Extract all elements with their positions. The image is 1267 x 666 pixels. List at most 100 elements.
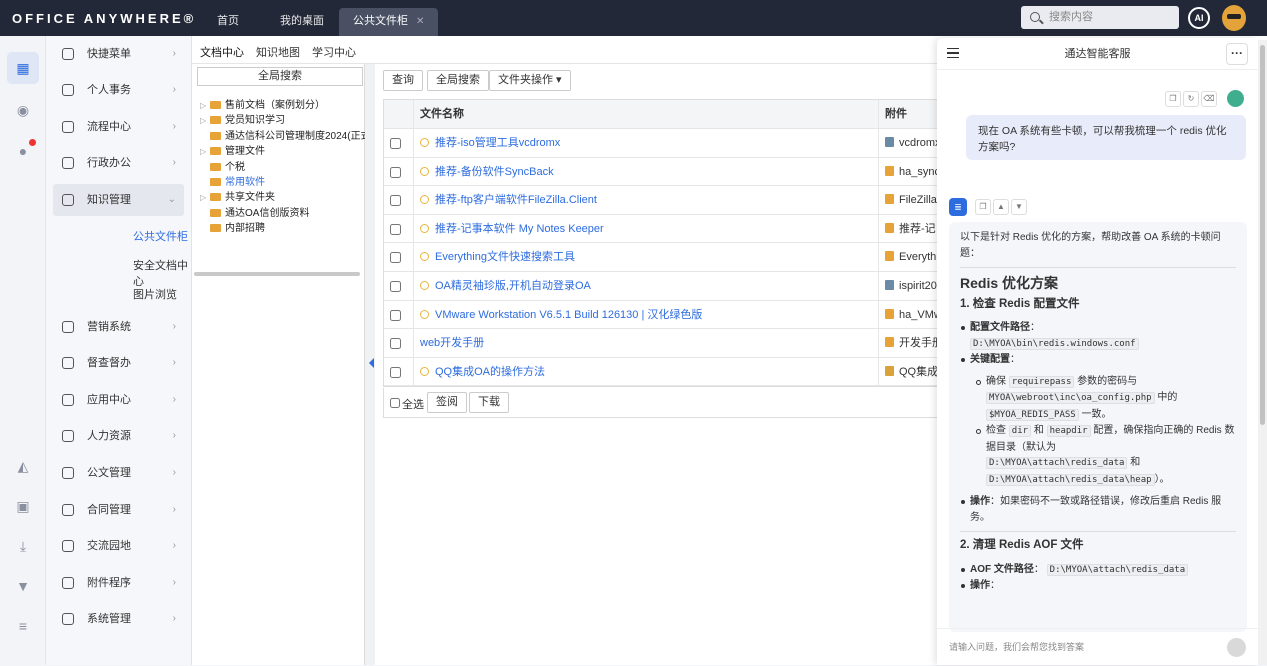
copy-icon[interactable]: ❐ [975,199,991,215]
collapse-arrow-icon[interactable] [369,358,374,368]
close-icon[interactable]: ✕ [416,16,424,27]
column-header-attachment[interactable]: 附件 [879,100,944,128]
tab-my-desktop[interactable]: 我的桌面 [266,8,338,36]
file-link[interactable]: OA精灵袖珍版,开机自动登录OA [435,280,591,292]
calendar-icon[interactable]: ▣ [12,495,34,517]
row-checkbox[interactable] [390,252,401,264]
table-row[interactable]: OA精灵袖珍版,开机自动登录OA ispirit20 [384,271,943,301]
expand-arrow-icon[interactable]: ▷ [200,191,210,205]
thumbs-up-icon[interactable]: ▲ [993,199,1009,215]
row-checkbox[interactable] [390,366,401,378]
menu-item-knowledge[interactable]: 知识管理 ⌄ [53,184,184,216]
menu-item-personal[interactable]: 个人事务 › [53,74,184,106]
contacts-icon[interactable]: ◉ [12,99,34,121]
menu-item-documents[interactable]: 公文管理 › [53,457,184,489]
tab-learning-center[interactable]: 学习中心 [312,44,356,60]
row-checkbox[interactable] [390,280,401,292]
global-search-button[interactable]: 全局搜索 [427,70,489,91]
menu-item-supervision[interactable]: 督查督办 › [53,347,184,379]
column-header-name[interactable]: 文件名称 [414,100,879,128]
file-link[interactable]: 推荐-iso管理工具vcdromx [435,137,560,149]
row-checkbox[interactable] [390,195,401,207]
file-link[interactable]: Everything文件快速搜索工具 [435,251,575,263]
tree-node-selected[interactable]: 常用软件 [200,176,265,190]
file-link[interactable]: web开发手册 [420,337,484,349]
attachment-name[interactable]: ha_VMw [899,309,942,321]
expand-arrow-icon[interactable]: ▷ [200,114,210,128]
tree-node[interactable]: 通达OA信创版资料 [200,207,309,221]
tree-node[interactable]: ▷ 售前文档（案例划分） [200,99,325,113]
attachment-name[interactable]: QQ集成 [899,366,938,378]
tree-node[interactable]: ▷ 共享文件夹 [200,191,275,205]
menu-item-marketing[interactable]: 营销系统 › [53,311,184,343]
row-checkbox[interactable] [390,166,401,178]
chart-icon[interactable]: ◭ [12,455,34,477]
attachment-name[interactable]: ha_sync [899,166,940,178]
file-link[interactable]: 推荐-记事本软件 My Notes Keeper [435,223,604,235]
folder-ops-dropdown[interactable]: 文件夹操作 ▾ [489,70,571,91]
tree-global-search-button[interactable]: 全局搜索 [197,67,363,86]
ai-assistant-button[interactable]: AI [1188,7,1210,29]
tree-scrollbar[interactable] [194,272,360,276]
shirt-icon[interactable]: ▼ [12,575,34,597]
row-checkbox[interactable] [390,223,401,235]
table-row[interactable]: Everything文件快速搜索工具 Everythi [384,243,943,272]
menu-item-admin[interactable]: 行政办公 › [53,147,184,179]
copy-icon[interactable]: ❐ [1165,91,1181,107]
expand-arrow-icon[interactable]: ▷ [200,145,210,159]
chat-input[interactable]: 请输入问题，我们会帮您找到答案 [937,628,1258,665]
attachment-name[interactable]: FileZilla. [899,194,940,206]
tab-doc-center[interactable]: 文档中心 [200,44,244,60]
file-link[interactable]: VMware Workstation V6.5.1 Build 126130 |… [435,309,702,321]
menu-item-attachments[interactable]: 附件程序 › [53,567,184,599]
file-link[interactable]: 推荐-备份软件SyncBack [435,166,554,178]
table-row[interactable]: 推荐-备份软件SyncBack ha_sync [384,157,943,187]
attachment-name[interactable]: vcdromx [899,137,941,149]
file-link[interactable]: 推荐-ftp客户端软件FileZilla.Client [435,194,597,206]
download-button[interactable]: 下载 [469,392,509,413]
menu-item-workflow[interactable]: 流程中心 › [53,111,184,143]
tree-node[interactable]: 通达信科公司管理制度2024(正式 [200,130,371,144]
tree-node[interactable]: ▷ 管理文件 [200,145,265,159]
thumbs-down-icon[interactable]: ▼ [1011,199,1027,215]
menu-item-system[interactable]: 系统管理 › [53,603,184,635]
send-icon[interactable] [1227,638,1246,657]
download-icon[interactable]: ⤓ [12,535,34,557]
file-link[interactable]: QQ集成OA的操作方法 [435,366,545,378]
menu-icon[interactable] [947,48,959,58]
tree-node[interactable]: 个税 [200,161,245,175]
table-row[interactable]: VMware Workstation V6.5.1 Build 126130 |… [384,300,943,330]
attachment-name[interactable]: Everythi [899,251,939,263]
submenu-image-browse[interactable]: 图片浏览 [133,286,177,302]
menu-item-forum[interactable]: 交流园地 › [53,530,184,562]
chat-icon[interactable]: ● [12,139,36,162]
tab-public-cabinet[interactable]: 公共文件柜 ✕ [339,8,439,36]
select-all-checkbox[interactable] [390,398,400,408]
row-checkbox[interactable] [390,138,401,149]
query-button[interactable]: 查询 [383,70,423,91]
submenu-secure-docs[interactable]: 安全文档中心 [133,257,191,289]
menu-item-shortcuts[interactable]: 快捷菜单 › [53,38,184,70]
table-row[interactable]: 推荐-iso管理工具vcdromx vcdromx [384,129,943,158]
row-checkbox[interactable] [390,309,401,321]
attachment-name[interactable]: ispirit20 [899,280,937,292]
apps-grid-icon[interactable]: ▦ [7,52,39,84]
table-row[interactable]: web开发手册 开发手册 [384,329,943,358]
tab-home[interactable]: 首页 [203,8,253,36]
menu-item-hr[interactable]: 人力资源 › [53,420,184,452]
table-row[interactable]: 推荐-ftp客户端软件FileZilla.Client FileZilla. [384,186,943,215]
more-button[interactable]: ··· [1226,43,1248,65]
chat-scrollbar[interactable] [1258,40,1267,665]
search-input[interactable]: 搜索内容 [1021,6,1179,29]
attachment-name[interactable]: 推荐-记 [899,223,936,235]
table-row[interactable]: 推荐-记事本软件 My Notes Keeper 推荐-记 [384,214,943,244]
tree-node[interactable]: 内部招聘 [200,222,265,236]
tab-knowledge-map[interactable]: 知识地图 [256,44,300,60]
table-row[interactable]: QQ集成OA的操作方法 QQ集成 [384,357,943,387]
menu-item-contracts[interactable]: 合同管理 › [53,494,184,526]
delete-icon[interactable]: ⌫ [1201,91,1217,107]
collapse-icon[interactable]: ≡ [12,615,34,637]
row-checkbox[interactable] [390,338,401,350]
avatar[interactable] [1222,5,1246,31]
select-all-label[interactable]: 全选 [402,396,424,412]
